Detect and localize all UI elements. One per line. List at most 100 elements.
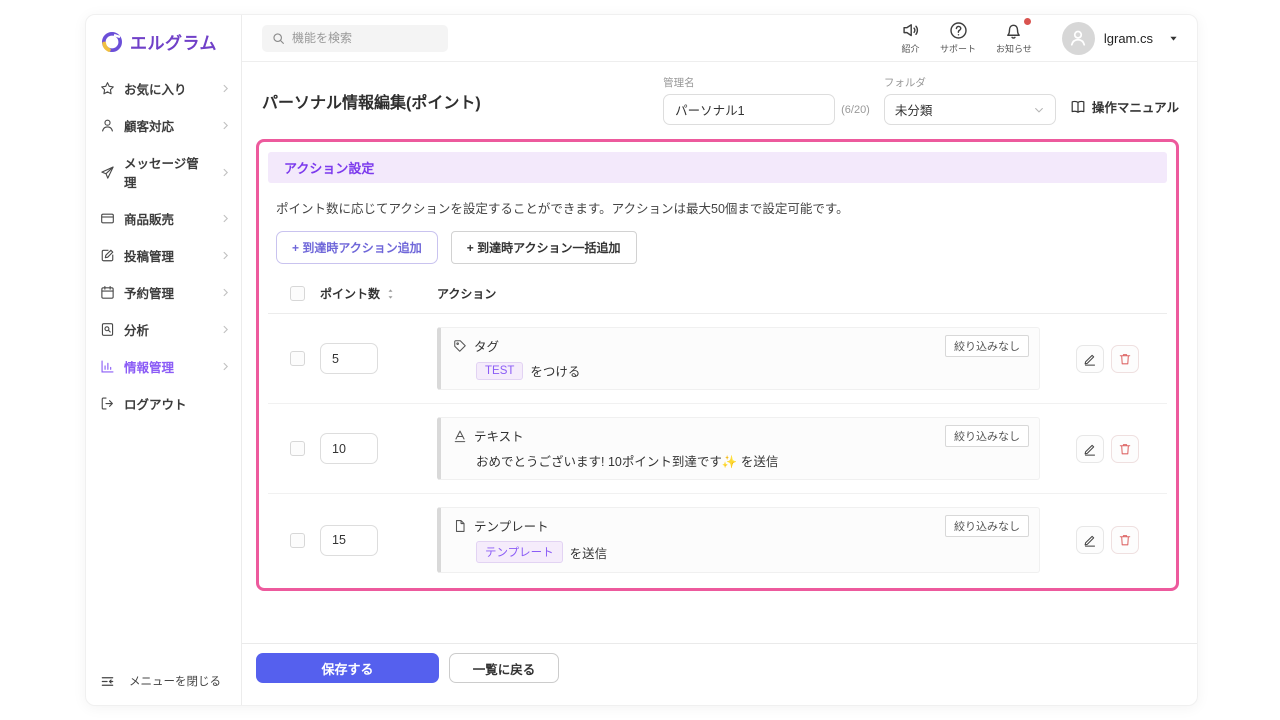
bulk-add-action-button[interactable]: + 到達時アクション一括追加 (451, 231, 637, 264)
points-input[interactable] (320, 525, 378, 556)
points-column-header: ポイント数 (320, 285, 380, 302)
edit-button[interactable] (1076, 526, 1104, 554)
action-type-label: テキスト (474, 426, 524, 445)
sidebar-item-label: 商品販売 (124, 209, 174, 228)
sidebar-item-analytics[interactable]: 分析 (86, 311, 241, 348)
filter-status-badge: 絞り込みなし (945, 515, 1029, 537)
main-area: 紹介 サポート お知らせ lgram.cs パーソナル情 (242, 15, 1197, 705)
points-input[interactable] (320, 433, 378, 464)
delete-button[interactable] (1111, 435, 1139, 463)
intro-label: 紹介 (902, 42, 920, 55)
close-menu-button[interactable]: メニューを閉じる (86, 659, 241, 705)
folder-label: フォルダ (884, 75, 1056, 90)
save-button[interactable]: 保存する (256, 653, 439, 683)
card-icon (100, 211, 115, 226)
admin-name-counter: (6/20) (841, 104, 870, 116)
sidebar: エルグラム お気に入り 顧客対応 メッセージ管理 商品販売 (86, 15, 242, 705)
action-type-label: タグ (474, 336, 499, 355)
send-icon (100, 165, 115, 180)
manual-link-label: 操作マニュアル (1092, 97, 1179, 116)
sidebar-item-messages[interactable]: メッセージ管理 (86, 144, 241, 200)
topbar: 紹介 サポート お知らせ lgram.cs (242, 15, 1197, 62)
app-window: エルグラム お気に入り 顧客対応 メッセージ管理 商品販売 (85, 14, 1198, 706)
logout-icon (100, 396, 115, 411)
search-icon (272, 32, 285, 45)
close-menu-label: メニューを閉じる (129, 673, 221, 689)
sidebar-item-info-management[interactable]: 情報管理 (86, 348, 241, 385)
sidebar-item-label: 顧客対応 (124, 116, 174, 135)
support-button[interactable]: サポート (940, 21, 976, 55)
edit-button[interactable] (1076, 345, 1104, 373)
row-checkbox[interactable] (290, 441, 305, 456)
template-file-icon (453, 519, 467, 533)
add-action-button[interactable]: + 到達時アクション追加 (276, 231, 438, 264)
sidebar-item-customers[interactable]: 顧客対応 (86, 107, 241, 144)
tag-value-badge: TEST (476, 362, 523, 380)
admin-name-input[interactable] (663, 94, 835, 125)
select-all-checkbox[interactable] (290, 286, 305, 301)
row-checkbox[interactable] (290, 351, 305, 366)
notifications-button[interactable]: お知らせ (996, 21, 1032, 55)
brand-logo-icon (100, 30, 124, 54)
panel-description: ポイント数に応じてアクションを設定することができます。アクションは最大50個まで… (276, 198, 1159, 217)
action-text: おめでとうございます! 10ポイント到達です✨ を送信 (476, 451, 778, 470)
admin-name-label: 管理名 (663, 75, 870, 90)
sidebar-nav: お気に入り 顧客対応 メッセージ管理 商品販売 投稿管理 (86, 64, 241, 659)
notification-badge-dot (1024, 18, 1031, 25)
table-header: ポイント数 アクション (268, 274, 1167, 314)
chevron-right-icon (220, 324, 231, 335)
collapse-menu-icon (100, 674, 115, 689)
sidebar-item-sales[interactable]: 商品販売 (86, 200, 241, 237)
sidebar-item-reservations[interactable]: 予約管理 (86, 274, 241, 311)
account-menu[interactable]: lgram.cs (1062, 22, 1179, 55)
action-suffix: を送信 (570, 543, 608, 562)
sidebar-item-label: お気に入り (124, 79, 187, 98)
page-header: パーソナル情報編集(ポイント) 管理名 (6/20) フォルダ 未分類 (242, 62, 1197, 139)
panel-header: アクション設定 (268, 152, 1167, 183)
chevron-right-icon (220, 120, 231, 131)
chevron-right-icon (220, 167, 231, 178)
chevron-right-icon (220, 250, 231, 261)
action-card: タグ TEST をつける 絞り込みなし (437, 327, 1040, 390)
footer-actions: 保存する 一覧に戻る (242, 643, 1197, 705)
manual-link[interactable]: 操作マニュアル (1070, 97, 1179, 116)
admin-name-field-group: 管理名 (6/20) (663, 75, 870, 125)
sidebar-item-label: メッセージ管理 (124, 153, 211, 191)
table-row: タグ TEST をつける 絞り込みなし (268, 314, 1167, 404)
account-caret-icon (1168, 33, 1179, 44)
sidebar-item-label: ログアウト (124, 394, 187, 413)
edit-square-icon (100, 248, 115, 263)
edit-button[interactable] (1076, 435, 1104, 463)
folder-select[interactable]: 未分類 (884, 94, 1056, 125)
chevron-right-icon (220, 287, 231, 298)
folder-field-group: フォルダ 未分類 (884, 75, 1056, 125)
delete-button[interactable] (1111, 345, 1139, 373)
tag-icon (453, 339, 467, 353)
analysis-icon (100, 322, 115, 337)
action-type-label: テンプレート (474, 516, 549, 535)
points-input[interactable] (320, 343, 378, 374)
topbar-actions: 紹介 サポート お知らせ lgram.cs (901, 21, 1179, 55)
action-settings-panel: アクション設定 ポイント数に応じてアクションを設定することができます。アクション… (256, 139, 1179, 591)
account-name: lgram.cs (1104, 31, 1153, 46)
megaphone-icon (901, 21, 920, 40)
intro-button[interactable]: 紹介 (901, 21, 920, 55)
bell-icon (1004, 21, 1023, 40)
delete-button[interactable] (1111, 526, 1139, 554)
person-icon (100, 118, 115, 133)
support-label: サポート (940, 42, 976, 55)
sort-points-control[interactable] (385, 288, 396, 300)
question-icon (949, 21, 968, 40)
sidebar-item-logout[interactable]: ログアウト (86, 385, 241, 422)
page-header-fields: 管理名 (6/20) フォルダ 未分類 操作マニュアル (663, 75, 1179, 125)
avatar (1062, 22, 1095, 55)
book-icon (1070, 99, 1086, 115)
brand-logo: エルグラム (86, 15, 241, 64)
sidebar-item-posts[interactable]: 投稿管理 (86, 237, 241, 274)
sidebar-item-favorites[interactable]: お気に入り (86, 70, 241, 107)
chevron-down-icon (1033, 104, 1045, 116)
back-to-list-button[interactable]: 一覧に戻る (449, 653, 559, 683)
search-input[interactable] (292, 31, 422, 45)
star-icon (100, 81, 115, 96)
row-checkbox[interactable] (290, 533, 305, 548)
